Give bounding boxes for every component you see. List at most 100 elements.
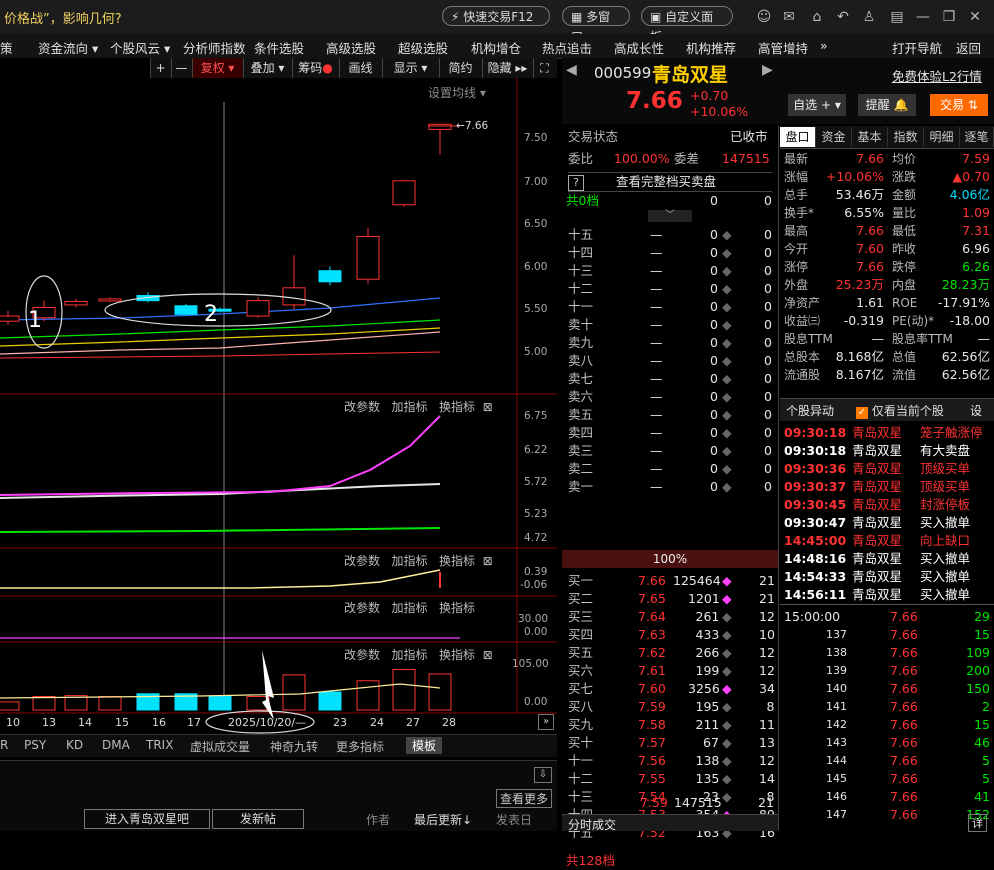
add-indicator-link[interactable]: 加指标 xyxy=(391,601,427,615)
menu-item[interactable]: 高级选股 xyxy=(326,38,376,57)
skin-icon[interactable]: ♙ xyxy=(860,8,878,26)
anomaly-row[interactable]: 09:30:18 青岛双星 有大卖盘 xyxy=(780,442,994,460)
anomaly-row[interactable]: 09:30:36 青岛双星 顶级买单 xyxy=(780,460,994,478)
anomaly-row[interactable]: 14:56:11 青岛双星 买入撤单 xyxy=(780,586,994,604)
sell-level-row[interactable]: 十二 — 0 ◆ 0 xyxy=(562,280,778,298)
tab-funds[interactable]: 资金 xyxy=(816,127,852,147)
menu-item[interactable]: 机构推荐 xyxy=(686,38,736,57)
menu-item[interactable]: 策 xyxy=(0,38,13,57)
anomaly-settings-button[interactable]: 设 xyxy=(970,402,982,419)
sell-level-row[interactable]: 卖九 — 0 ◆ 0 xyxy=(562,334,778,352)
close-panel-icon[interactable]: ⊠ xyxy=(483,400,493,414)
minute-trades-footer[interactable]: 分时成交 xyxy=(562,814,778,832)
next-stock-icon[interactable]: ▶ xyxy=(762,62,773,78)
buy-level-row[interactable]: 买十 7.57 67 ◆ 13 xyxy=(562,734,778,752)
sell-level-row[interactable]: 十五 — 0 ◆ 0 xyxy=(562,226,778,244)
enter-forum-button[interactable]: 进入青岛双星吧 xyxy=(84,809,210,829)
author-column[interactable]: 作者 xyxy=(366,811,390,828)
buy-level-row[interactable]: 买二 7.65 1201 ◆ 21 xyxy=(562,590,778,608)
quick-trade-button[interactable]: ⚡ 快速交易F12 xyxy=(442,6,550,26)
custom-panel-button[interactable]: ▣ 自定义面板 xyxy=(641,6,733,44)
sell-level-row[interactable]: 卖四 — 0 ◆ 0 xyxy=(562,424,778,442)
buy-level-row[interactable]: 买五 7.62 266 ◆ 12 xyxy=(562,644,778,662)
ind-tab[interactable]: TRIX xyxy=(146,738,173,752)
sell-level-row[interactable]: 卖八 — 0 ◆ 0 xyxy=(562,352,778,370)
tab-basic[interactable]: 基本 xyxy=(852,127,888,147)
full-book-link[interactable]: 查看完整档买卖盘 xyxy=(616,174,716,189)
back-link[interactable]: 返回 xyxy=(956,38,981,57)
anomaly-row[interactable]: 14:48:16 青岛双星 买入撤单 xyxy=(780,550,994,568)
change-indicator-link[interactable]: 换指标 xyxy=(439,554,475,568)
template-tab[interactable]: 模板 xyxy=(406,737,443,754)
change-indicator-link[interactable]: 换指标 xyxy=(439,601,475,615)
sell-level-row[interactable]: 卖三 — 0 ◆ 0 xyxy=(562,442,778,460)
detail-button[interactable]: 详 xyxy=(968,814,987,832)
menu-item[interactable]: 超级选股 xyxy=(398,38,448,57)
menu-item[interactable]: 机构增仓 xyxy=(471,38,521,57)
anomaly-row[interactable]: 14:45:00 青岛双星 向上缺口 xyxy=(780,532,994,550)
minimize-icon[interactable]: — xyxy=(914,8,932,26)
menu-more[interactable]: » xyxy=(820,38,828,53)
tab-index[interactable]: 指数 xyxy=(888,127,924,147)
sell-level-row[interactable]: 十三 — 0 ◆ 0 xyxy=(562,262,778,280)
sell-level-row[interactable]: 十一 — 0 ◆ 0 xyxy=(562,298,778,316)
help-icon[interactable]: ? xyxy=(568,175,584,191)
buy-level-row[interactable]: 十一 7.56 138 ◆ 12 xyxy=(562,752,778,770)
download-icon[interactable]: ⇩ xyxy=(534,767,552,783)
close-panel-icon[interactable]: ⊠ xyxy=(483,554,493,568)
tab-detail[interactable]: 明细 xyxy=(924,127,960,147)
scroll-right-icon[interactable]: » xyxy=(538,714,554,730)
ind-tab[interactable]: R xyxy=(0,738,8,752)
ind-tab[interactable]: 虚拟成交量 xyxy=(190,738,250,755)
anomaly-row[interactable]: 09:30:18 青岛双星 笼子触涨停 xyxy=(780,424,994,442)
menu-item[interactable]: 资金流向 ▾ xyxy=(38,38,98,57)
ind-tab[interactable]: 更多指标 xyxy=(336,738,384,755)
mail-icon[interactable]: ✉ xyxy=(780,8,798,26)
only-current-checkbox[interactable]: ✓ 仅看当前个股 xyxy=(856,402,944,419)
ind-tab[interactable]: DMA xyxy=(102,738,130,752)
news-headline[interactable]: 价格战”，影响几何? xyxy=(4,8,122,27)
collapse-icon[interactable]: ﹀ xyxy=(648,210,692,222)
buy-level-row[interactable]: 买一 7.66 125464 ◆ 21 xyxy=(562,572,778,590)
anomaly-row[interactable]: 09:30:37 青岛双星 顶级买单 xyxy=(780,478,994,496)
sell-level-row[interactable]: 卖六 — 0 ◆ 0 xyxy=(562,388,778,406)
change-indicator-link[interactable]: 换指标 xyxy=(439,400,475,414)
buy-level-row[interactable]: 买六 7.61 199 ◆ 12 xyxy=(562,662,778,680)
sell-level-row[interactable]: 卖五 — 0 ◆ 0 xyxy=(562,406,778,424)
multi-window-button[interactable]: ▦ 多窗口 xyxy=(562,6,630,44)
add-indicator-link[interactable]: 加指标 xyxy=(391,400,427,414)
view-more-button[interactable]: 查看更多 xyxy=(496,789,553,808)
trade-button[interactable]: 交易 ⇅ xyxy=(930,94,988,116)
change-indicator-link[interactable]: 换指标 xyxy=(439,648,475,662)
restore-icon[interactable]: ❐ xyxy=(940,8,958,26)
sell-level-row[interactable]: 卖十 — 0 ◆ 0 xyxy=(562,316,778,334)
tab-pankou[interactable]: 盘口 xyxy=(780,127,816,147)
buy-level-row[interactable]: 十二 7.55 135 ◆ 14 xyxy=(562,770,778,788)
menu-item[interactable]: 分析师指数 xyxy=(183,38,246,57)
menu-item[interactable]: 高管增持 xyxy=(758,38,808,57)
ind-tab[interactable]: 神奇九转 xyxy=(270,738,318,755)
l2-trial-link[interactable]: 免费体验L2行情 xyxy=(892,66,982,85)
ind-tab[interactable]: PSY xyxy=(24,738,46,752)
buy-level-row[interactable]: 买九 7.58 211 ◆ 11 xyxy=(562,716,778,734)
user-icon[interactable]: ☺ xyxy=(755,8,773,26)
menu-item[interactable]: 高成长性 xyxy=(614,38,664,57)
sell-level-row[interactable]: 十四 — 0 ◆ 0 xyxy=(562,244,778,262)
sell-level-row[interactable]: 卖一 — 0 ◆ 0 xyxy=(562,478,778,496)
edit-params-link[interactable]: 改参数 xyxy=(344,554,380,568)
watchlist-button[interactable]: 自选 + ▾ xyxy=(788,94,846,116)
menu-item[interactable]: 热点追击 xyxy=(542,38,592,57)
open-nav[interactable]: 打开导航 xyxy=(892,38,942,57)
menu-item[interactable]: 条件选股 xyxy=(254,38,304,57)
sell-level-row[interactable]: 卖七 — 0 ◆ 0 xyxy=(562,370,778,388)
settings-icon[interactable]: ▤ xyxy=(888,8,906,26)
menu-item[interactable]: 个股风云 ▾ xyxy=(110,38,170,57)
back-icon[interactable]: ↶ xyxy=(834,8,852,26)
last-update-column[interactable]: 最后更新↓ xyxy=(414,811,472,828)
close-panel-icon[interactable]: ⊠ xyxy=(483,648,493,662)
anomaly-row[interactable]: 09:30:47 青岛双星 买入撤单 xyxy=(780,514,994,532)
anomaly-row[interactable]: 14:54:33 青岛双星 买入撤单 xyxy=(780,568,994,586)
buy-level-row[interactable]: 买八 7.59 195 ◆ 8 xyxy=(562,698,778,716)
buy-level-row[interactable]: 买七 7.60 3256 ◆ 34 xyxy=(562,680,778,698)
new-post-button[interactable]: 发新帖 xyxy=(212,809,304,829)
